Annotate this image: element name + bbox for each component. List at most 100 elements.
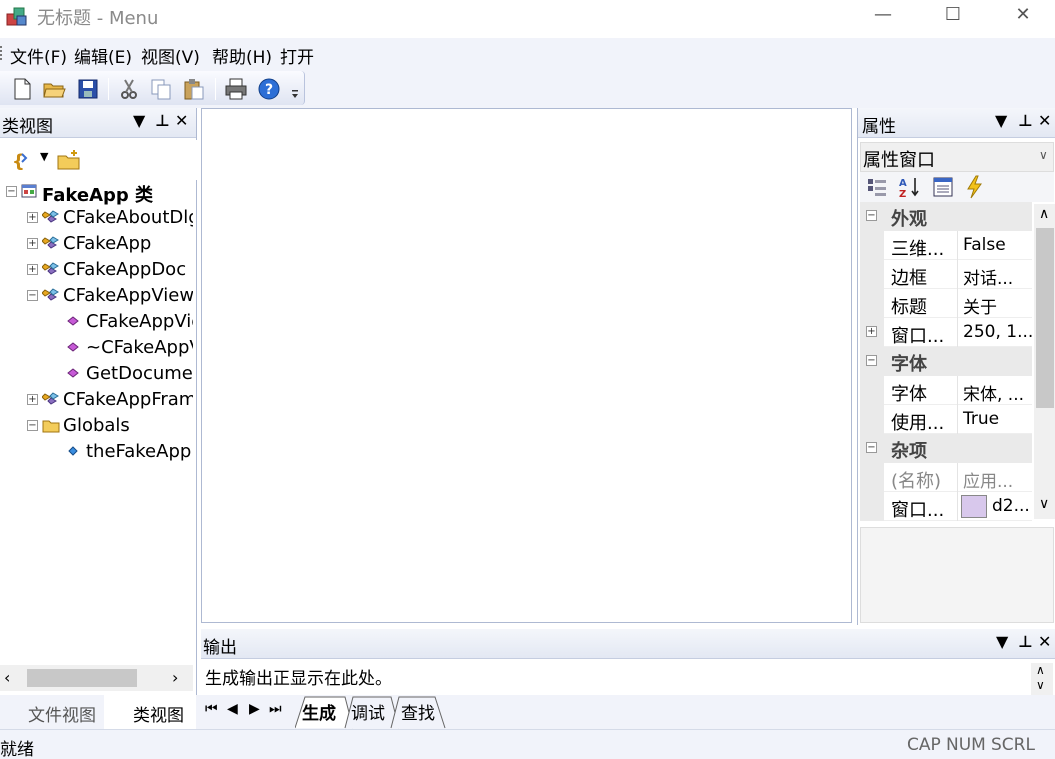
menu-grip-icon[interactable]: [0, 46, 4, 60]
tree-item[interactable]: + CFakeAppFrame: [0, 388, 193, 414]
property-row[interactable]: (名称) 应用...: [860, 463, 1032, 492]
property-value[interactable]: 对话...: [963, 264, 1013, 289]
next-tab-icon[interactable]: ▶: [249, 701, 260, 717]
tree-item[interactable]: + CFakeAppDoc: [0, 258, 193, 284]
scroll-down-icon[interactable]: ∨: [1039, 496, 1049, 512]
expand-icon[interactable]: +: [27, 238, 38, 249]
property-row[interactable]: 字体 宋体, ...: [860, 376, 1032, 405]
property-category[interactable]: − 字体: [860, 347, 1032, 376]
property-pages-icon[interactable]: [932, 176, 954, 198]
property-value[interactable]: 关于: [963, 293, 997, 318]
property-value[interactable]: 250, 1...: [963, 322, 1033, 342]
minimize-button[interactable]: —: [860, 0, 906, 32]
tree-item[interactable]: − CFakeAppView: [0, 284, 193, 310]
pin-icon[interactable]: ⊥: [1018, 632, 1033, 651]
column-divider[interactable]: [957, 289, 958, 318]
scroll-down-icon[interactable]: ∨: [1036, 678, 1045, 692]
property-row[interactable]: 窗口... d2...: [860, 492, 1032, 521]
dropdown-arrow-icon[interactable]: ▼: [40, 150, 48, 163]
column-divider[interactable]: [957, 405, 958, 434]
scroll-right-icon[interactable]: ›: [172, 668, 178, 687]
property-row[interactable]: 边框 对话...: [860, 260, 1032, 289]
first-tab-icon[interactable]: ⏮: [205, 701, 218, 717]
cut-icon[interactable]: [117, 77, 141, 101]
menu-help[interactable]: 帮助(H): [212, 43, 272, 68]
properties-vscroll[interactable]: ∧ ∨: [1034, 204, 1055, 519]
property-category[interactable]: − 杂项: [860, 434, 1032, 463]
tree-item[interactable]: ~CFakeAppView: [0, 336, 193, 362]
panel-menu-icon[interactable]: ▼: [995, 111, 1007, 130]
sort-icon[interactable]: {: [10, 148, 34, 172]
scroll-thumb[interactable]: [27, 669, 137, 687]
expand-icon[interactable]: +: [866, 326, 877, 337]
last-tab-icon[interactable]: ⏭: [269, 701, 282, 717]
close-button[interactable]: ✕: [1000, 0, 1046, 32]
expand-icon[interactable]: +: [27, 212, 38, 223]
scroll-left-icon[interactable]: ‹: [4, 668, 10, 687]
copy-icon[interactable]: [149, 77, 173, 101]
events-icon[interactable]: [964, 175, 986, 199]
tab-debug[interactable]: 调试: [351, 699, 385, 724]
tree-item[interactable]: GetDocument: [0, 362, 193, 388]
menu-file[interactable]: 文件(F): [10, 43, 67, 68]
property-category[interactable]: − 外观: [860, 202, 1032, 231]
collapse-icon[interactable]: −: [6, 186, 17, 197]
collapse-icon[interactable]: −: [27, 420, 38, 431]
output-vscroll[interactable]: ∧ ∨: [1031, 663, 1053, 695]
property-row[interactable]: + 窗口... 250, 1...: [860, 318, 1033, 347]
tree-item[interactable]: + CFakeApp: [0, 232, 193, 258]
toolbar-overflow-icon[interactable]: [290, 79, 300, 101]
tab-file-view[interactable]: 文件视图: [28, 701, 96, 726]
column-divider[interactable]: [957, 376, 958, 405]
print-icon[interactable]: [224, 77, 248, 101]
open-folder-icon[interactable]: [42, 77, 66, 101]
property-value[interactable]: 宋体, ...: [963, 380, 1024, 405]
new-file-icon[interactable]: [10, 77, 34, 101]
column-divider[interactable]: [957, 492, 958, 521]
expand-icon[interactable]: +: [27, 394, 38, 405]
tree-item[interactable]: − FakeApp 类: [0, 180, 193, 206]
editor-area[interactable]: [201, 108, 852, 623]
prev-tab-icon[interactable]: ◀: [227, 701, 238, 717]
property-value[interactable]: False: [963, 235, 1006, 255]
column-divider[interactable]: [957, 463, 958, 492]
pin-icon[interactable]: ⊥: [155, 111, 170, 130]
pin-icon[interactable]: ⊥: [1018, 111, 1033, 130]
property-row[interactable]: 标题 关于: [860, 289, 1032, 318]
menu-view[interactable]: 视图(V): [141, 43, 200, 68]
collapse-icon[interactable]: −: [866, 442, 877, 453]
menu-edit[interactable]: 编辑(E): [74, 43, 132, 68]
panel-close-icon[interactable]: ✕: [1038, 632, 1051, 651]
panel-close-icon[interactable]: ✕: [1038, 111, 1051, 130]
panel-menu-icon[interactable]: ▼: [133, 111, 145, 130]
help-icon[interactable]: ?: [257, 77, 281, 101]
collapse-icon[interactable]: −: [27, 290, 38, 301]
scroll-up-icon[interactable]: ∧: [1036, 663, 1045, 677]
column-divider[interactable]: [957, 231, 958, 260]
collapse-icon[interactable]: −: [866, 355, 877, 366]
categorized-icon[interactable]: [866, 176, 888, 198]
tree-item[interactable]: theFakeApp: [0, 440, 193, 466]
column-divider[interactable]: [957, 260, 958, 289]
properties-object-combo[interactable]: 属性窗口 ∨: [860, 142, 1054, 172]
color-swatch[interactable]: [961, 495, 987, 518]
save-icon[interactable]: [76, 77, 100, 101]
maximize-button[interactable]: ☐: [930, 0, 976, 32]
column-divider[interactable]: [957, 318, 958, 347]
collapse-icon[interactable]: −: [866, 210, 877, 221]
property-row[interactable]: 三维... False: [860, 231, 1032, 260]
property-value[interactable]: d2...: [992, 496, 1030, 516]
property-value[interactable]: 应用...: [963, 467, 1013, 492]
scroll-up-icon[interactable]: ∧: [1039, 206, 1049, 222]
property-row[interactable]: 使用... True: [860, 405, 1032, 434]
tree-item[interactable]: CFakeAppView: [0, 310, 193, 336]
new-folder-icon[interactable]: [56, 148, 82, 172]
panel-close-icon[interactable]: ✕: [175, 111, 188, 130]
panel-menu-icon[interactable]: ▼: [996, 632, 1008, 651]
tab-build[interactable]: 生成: [302, 699, 336, 724]
scroll-thumb[interactable]: [1036, 228, 1054, 408]
tree-item[interactable]: + CFakeAboutDlg: [0, 206, 193, 232]
tree-item[interactable]: − Globals: [0, 414, 193, 440]
property-value[interactable]: True: [963, 409, 999, 429]
menu-open[interactable]: 打开: [280, 43, 314, 68]
